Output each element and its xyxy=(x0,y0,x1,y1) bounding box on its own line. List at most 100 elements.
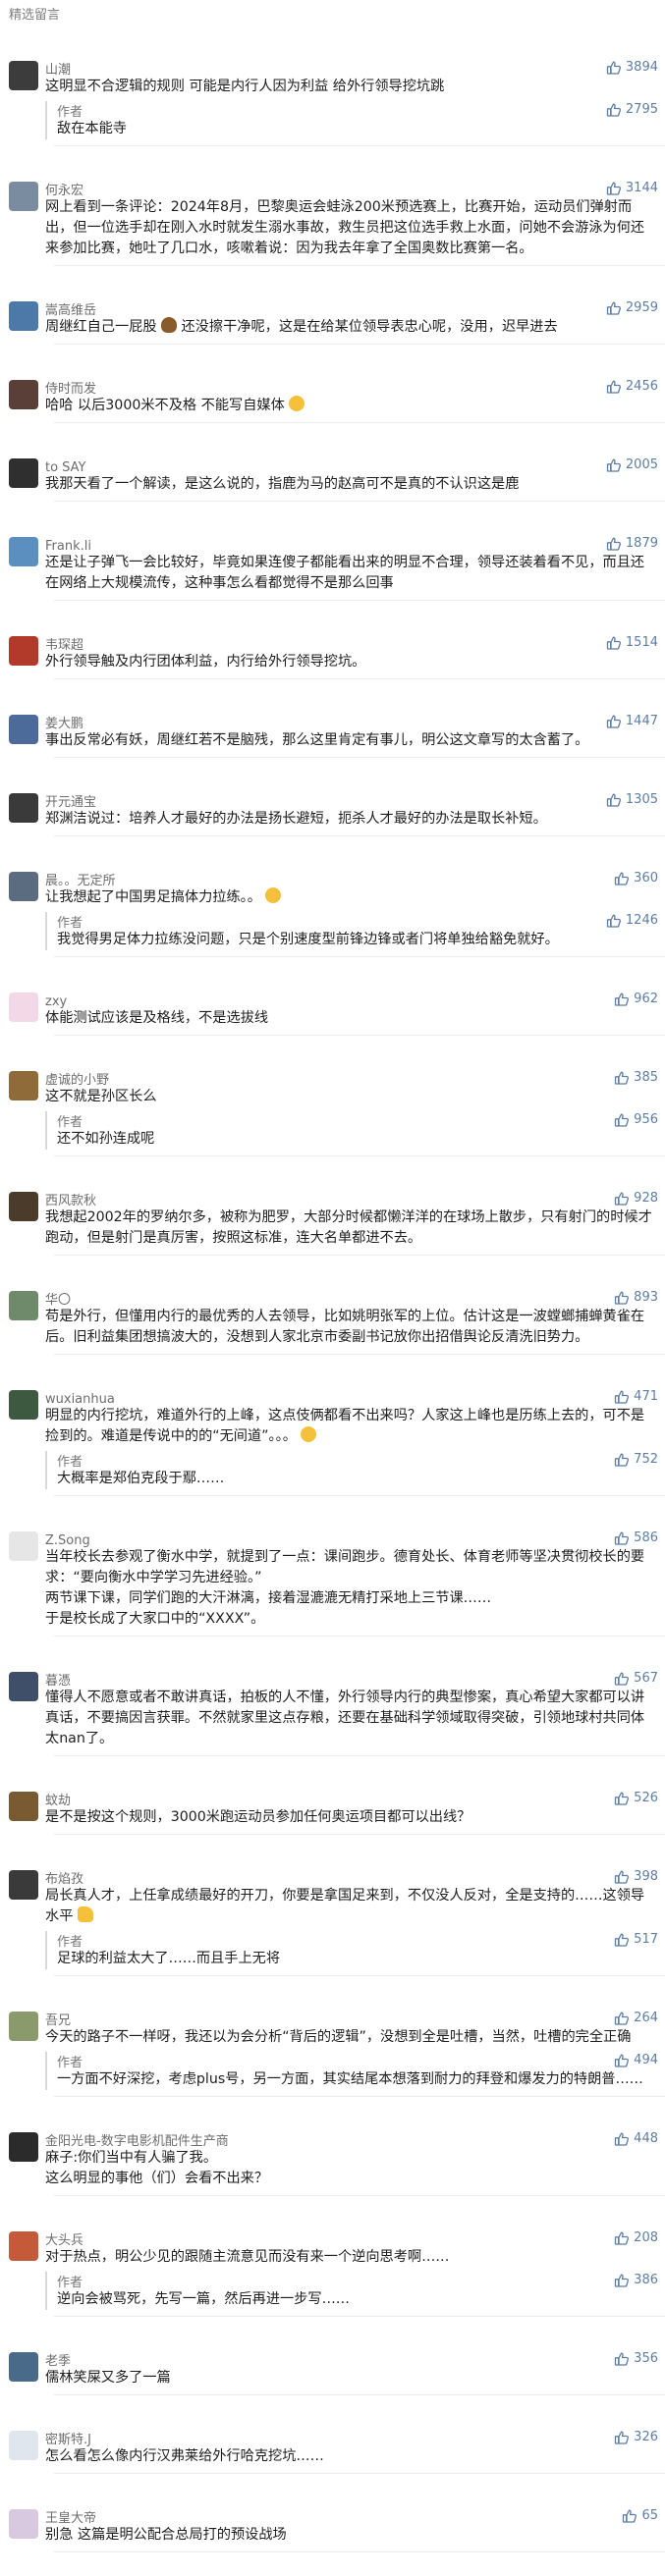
like-button[interactable]: 3894 xyxy=(606,59,658,77)
username[interactable]: 晨。。无定所 xyxy=(45,874,116,888)
username[interactable]: wuxianhua xyxy=(45,1392,115,1407)
username[interactable]: 开元通宝 xyxy=(45,795,96,810)
avatar[interactable] xyxy=(9,1071,38,1100)
comment-header: to SAY 2005 xyxy=(45,456,665,475)
username[interactable]: Frank.li xyxy=(45,539,91,554)
avatar[interactable] xyxy=(9,458,38,488)
username[interactable]: Z.Song xyxy=(45,1533,90,1548)
avatar[interactable] xyxy=(9,537,38,566)
avatar[interactable] xyxy=(9,993,38,1022)
username[interactable]: 嵩高维岳 xyxy=(45,303,96,318)
like-button[interactable]: 752 xyxy=(614,1451,658,1469)
like-button[interactable]: 1514 xyxy=(606,634,658,652)
thumbs-up-icon xyxy=(614,1389,630,1405)
like-button[interactable]: 65 xyxy=(622,2507,658,2525)
like-button[interactable]: 567 xyxy=(614,1670,658,1688)
like-button[interactable]: 208 xyxy=(614,2229,658,2247)
like-button[interactable]: 1305 xyxy=(606,791,658,809)
username[interactable]: to SAY xyxy=(45,460,86,475)
comment-body: 嵩高维岳 2959 周继红自己一屁股 还没擦干净呢，这是在给某位领导表忠心呢，没用… xyxy=(45,299,665,338)
avatar[interactable] xyxy=(9,715,38,744)
like-button[interactable]: 385 xyxy=(614,1069,658,1087)
username[interactable]: 金阳光电-数字电影机配件生产商 xyxy=(45,2134,229,2149)
like-button[interactable]: 448 xyxy=(614,2130,658,2148)
comment-row: 西风款秋 928 我想起2002年的罗纳尔多，被称为肥罗，大部分时候都懒洋洋的在球… xyxy=(9,1190,665,1249)
like-button[interactable]: 962 xyxy=(614,991,658,1008)
comment-text-content: 体能测试应该是及格线，不是选拔线 xyxy=(45,1010,269,1026)
comment-header: Z.Song 586 xyxy=(45,1530,665,1548)
comment-row: 晨。。无定所 360 让我想起了中国男足搞体力拉练。。 作者 1246 我觉得男足体… xyxy=(9,870,665,950)
avatar[interactable] xyxy=(9,1792,38,1821)
author-reply: 作者 2795 敌在本能寺 xyxy=(45,101,665,139)
reply-text: 还不如孙连成呢 xyxy=(57,1131,155,1147)
username[interactable]: 密斯特.J xyxy=(45,2433,91,2447)
like-button[interactable]: 928 xyxy=(614,1190,658,1208)
comment-text: 明显的内行挖坑，难道外行的上峰，这点伎俩都看不出来吗？人家这上峰也是历练上去的，… xyxy=(45,1406,665,1447)
comment-body: 姜大鹏 1447 事出反常必有妖，周继红若不是脑残，那么这里肯定有事儿，明公这文章… xyxy=(45,713,665,751)
avatar[interactable] xyxy=(9,61,38,90)
avatar[interactable] xyxy=(9,2231,38,2261)
like-button[interactable]: 3144 xyxy=(606,180,658,197)
username[interactable]: 老季 xyxy=(45,2354,71,2369)
like-count: 208 xyxy=(634,2230,658,2245)
username[interactable]: 吾兄 xyxy=(45,2013,71,2028)
avatar[interactable] xyxy=(9,1672,38,1701)
username[interactable]: 西风款秋 xyxy=(45,1194,96,1208)
like-button[interactable]: 360 xyxy=(614,870,658,887)
username[interactable]: 暮憑 xyxy=(45,1674,71,1689)
like-button[interactable]: 1879 xyxy=(606,535,658,553)
avatar[interactable] xyxy=(9,793,38,823)
like-button[interactable]: 956 xyxy=(614,1111,658,1129)
username[interactable]: 大头兵 xyxy=(45,2233,83,2248)
like-button[interactable]: 471 xyxy=(614,1388,658,1406)
like-button[interactable]: 2795 xyxy=(606,101,658,119)
avatar[interactable] xyxy=(9,872,38,901)
avatar[interactable] xyxy=(9,1531,38,1561)
avatar[interactable] xyxy=(9,2431,38,2460)
username[interactable]: zxy xyxy=(45,994,67,1009)
like-button[interactable]: 356 xyxy=(614,2350,658,2368)
avatar[interactable] xyxy=(9,380,38,409)
avatar[interactable] xyxy=(9,636,38,666)
like-button[interactable]: 398 xyxy=(614,1868,658,1886)
username[interactable]: 虚诚的小野 xyxy=(45,1073,109,1088)
like-button[interactable]: 2456 xyxy=(606,378,658,396)
avatar[interactable] xyxy=(9,2509,38,2539)
like-button[interactable]: 517 xyxy=(614,1931,658,1949)
username[interactable]: 布焰孜 xyxy=(45,1872,83,1887)
comment-header: 华〇 893 xyxy=(45,1289,665,1308)
like-button[interactable]: 2959 xyxy=(606,299,658,317)
comment-item: 金阳光电-数字电影机配件生产商 448 麻子:你们当中有人骗了我。 这么明显的事他… xyxy=(0,2097,665,2196)
comment-text: 网上看到一条评论：2024年8月，巴黎奥运会蛙泳200米预选赛上，比赛开始，运动… xyxy=(45,197,665,259)
username[interactable]: 姜大鹏 xyxy=(45,717,83,731)
username[interactable]: 华〇 xyxy=(45,1293,71,1308)
like-button[interactable]: 1447 xyxy=(606,713,658,730)
username[interactable]: 王皇大帝 xyxy=(45,2511,96,2526)
username[interactable]: 侍时而发 xyxy=(45,382,96,397)
like-button[interactable]: 326 xyxy=(614,2429,658,2446)
username[interactable]: 韦琛超 xyxy=(45,638,83,653)
avatar[interactable] xyxy=(9,1291,38,1320)
reply-author: 作者 xyxy=(57,916,83,931)
like-button[interactable]: 586 xyxy=(614,1530,658,1547)
like-count: 1879 xyxy=(625,536,658,551)
username[interactable]: 蚊劫 xyxy=(45,1794,71,1808)
like-button[interactable]: 526 xyxy=(614,1790,658,1807)
username[interactable]: 何永宏 xyxy=(45,184,83,198)
avatar[interactable] xyxy=(9,182,38,211)
like-button[interactable]: 386 xyxy=(614,2272,658,2289)
comment-text: 外行领导触及内行团体利益，内行给外行领导挖坑。 xyxy=(45,652,665,672)
username[interactable]: 山潮 xyxy=(45,63,71,78)
avatar[interactable] xyxy=(9,301,38,331)
like-button[interactable]: 2005 xyxy=(606,456,658,474)
like-button[interactable]: 494 xyxy=(614,2052,658,2069)
avatar[interactable] xyxy=(9,1390,38,1420)
avatar[interactable] xyxy=(9,2132,38,2162)
avatar[interactable] xyxy=(9,1192,38,1221)
like-button[interactable]: 893 xyxy=(614,1289,658,1307)
avatar[interactable] xyxy=(9,2012,38,2041)
like-button[interactable]: 1246 xyxy=(606,912,658,930)
like-button[interactable]: 264 xyxy=(614,2010,658,2027)
avatar[interactable] xyxy=(9,2352,38,2382)
avatar[interactable] xyxy=(9,1870,38,1900)
